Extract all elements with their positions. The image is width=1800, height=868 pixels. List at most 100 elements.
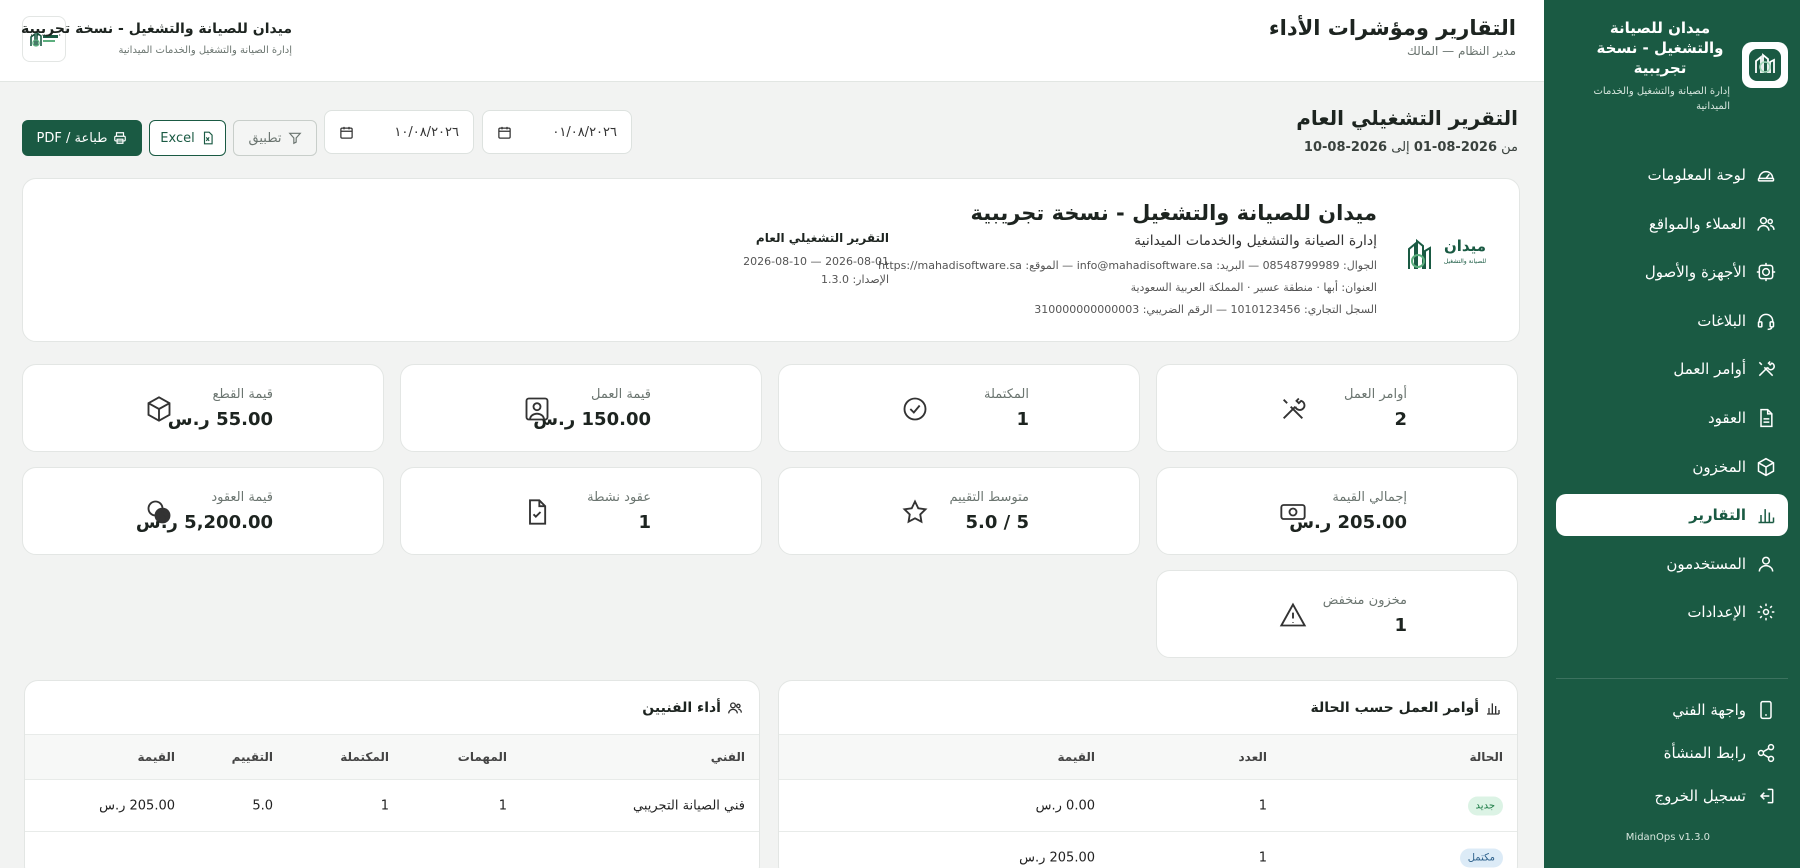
- table-header: الفني المهمات المكتملة التقييم القيمة: [25, 735, 759, 780]
- user-role: مدير النظام — المالك: [1406, 44, 1516, 58]
- col-completed: المكتملة: [340, 750, 389, 764]
- table-row: مكتمل 1 205.00 ر.س: [779, 832, 1517, 868]
- sidebar-item-label: واجهة الفني: [1672, 701, 1746, 719]
- users-icon: [728, 701, 742, 713]
- stat-contracts-value: $ قيمة العقود 5,200.00 ر.س: [22, 467, 384, 555]
- sidebar-item-tickets[interactable]: البلاغات: [1556, 300, 1788, 342]
- sidebar-item-users[interactable]: المستخدمون: [1556, 543, 1788, 585]
- sidebar-divider: [1556, 678, 1788, 679]
- sidebar-item-label: التقارير: [1689, 506, 1746, 525]
- sidebar-item-label: المخزون: [1692, 457, 1746, 476]
- stat-total-value: إجمالي القيمة 205.00 ر.س: [1156, 467, 1518, 555]
- panel-title: أوامر العمل حسب الحالة: [1310, 699, 1479, 716]
- stat-label: قيمة العمل: [591, 387, 651, 402]
- calendar-icon: [498, 126, 511, 139]
- sidebar-item-clients[interactable]: العملاء والمواقع: [1556, 203, 1788, 245]
- stat-value: 205.00 ر.س: [1289, 512, 1407, 533]
- sidebar-item-inventory[interactable]: المخزون: [1556, 446, 1788, 488]
- sidebar-bottom-nav: واجهة الفني رابط المنشأة تسجيل الخروج: [1556, 690, 1788, 819]
- org-card-name: ميدان للصيانة والتشغيل - نسخة تجريبية: [970, 201, 1377, 225]
- file-check-icon: [529, 499, 547, 525]
- cell-rating: 5.0: [252, 798, 273, 813]
- main-content: التقرير التشغيلي العام من 2026-08-01 إلى…: [0, 82, 1544, 868]
- range-from: 2026-08-01: [1413, 140, 1497, 155]
- device-icon: [1756, 263, 1776, 282]
- apply-label: تطبيق: [248, 130, 282, 146]
- sidebar-item-label: أوامر العمل: [1673, 360, 1746, 379]
- org-subtitle: إدارة الصيانة والتشغيل والخدمات الميداني…: [118, 45, 293, 56]
- export-excel-button[interactable]: Excel: [149, 120, 226, 156]
- report-meta-title: التقرير التشغيلي العام: [755, 231, 889, 245]
- sidebar-item-logout[interactable]: تسجيل الخروج: [1556, 776, 1788, 816]
- app-version: MidanOps v1.3.0: [1625, 832, 1710, 843]
- date-from-input[interactable]: ٠١/٠٨/٢٠٢٦: [482, 110, 632, 154]
- stat-label: إجمالي القيمة: [1332, 490, 1407, 505]
- brand-subtitle: إدارة الصيانة والتشغيل والخدمات الميداني…: [1593, 86, 1730, 112]
- sidebar-brand[interactable]: ميدان للصيانة والتشغيل - نسخة تجريبية إد…: [1556, 14, 1788, 124]
- user-icon: [1758, 556, 1774, 572]
- filter-icon: [287, 132, 302, 145]
- chart-icon: [1758, 509, 1775, 524]
- sidebar-item-contracts[interactable]: العقود: [1556, 397, 1788, 439]
- sidebar-item-reports[interactable]: التقارير: [1556, 494, 1788, 537]
- sidebar: ميدان للصيانة والتشغيل - نسخة تجريبية إد…: [1544, 0, 1800, 868]
- stat-label: قيمة القطع: [212, 387, 274, 402]
- sidebar-item-assets[interactable]: الأجهزة والأصول: [1556, 251, 1788, 293]
- stat-active-contracts: عقود نشطة 1: [400, 467, 762, 555]
- stat-parts-value: قيمة القطع 55.00 ر.س: [22, 364, 384, 452]
- cell-value: 0.00 ر.س: [1035, 798, 1095, 813]
- cell-count: 1: [1258, 798, 1267, 813]
- table-row: جديد 1 0.00 ر.س: [779, 780, 1517, 832]
- tools-icon: [1283, 397, 1306, 419]
- cell-technician: فني الصيانة التجريبي: [633, 798, 745, 813]
- cell-completed: 1: [380, 798, 389, 813]
- sidebar-nav: لوحة المعلومات العملاء والمواقع الأجهزة …: [1556, 154, 1788, 640]
- date-to-input[interactable]: ١٠/٠٨/٢٠٢٦: [324, 110, 474, 154]
- excel-label: Excel: [160, 130, 195, 146]
- brand-title: ميدان للصيانة والتشغيل - نسخة تجريبية: [1596, 19, 1724, 77]
- star-icon: [902, 499, 928, 524]
- work-orders-by-status-panel: أوامر العمل حسب الحالة الحالة العدد القي…: [778, 680, 1518, 868]
- printer-icon: [114, 132, 127, 144]
- org-contact-line: الجوال: 08548799989 — البريد: info@mahad…: [878, 259, 1377, 272]
- report-toolbar: ٠١/٠٨/٢٠٢٦ ١٠/٠٨/٢٠٢٦ تطبيق Excel طباعة …: [22, 110, 662, 156]
- cell-value: 205.00 ر.س: [99, 798, 175, 813]
- org-registry-line: السجل التجاري: 1010123456 — الرقم الضريب…: [1034, 303, 1377, 316]
- col-count: العدد: [1238, 750, 1267, 764]
- sidebar-item-settings[interactable]: الإعدادات: [1556, 591, 1788, 633]
- org-info-card: ميدان للصيانة والتشغيل ميدان للصيانة وال…: [22, 178, 1520, 342]
- stat-label: مخزون منخفض: [1322, 593, 1407, 608]
- panel-header: أوامر العمل حسب الحالة: [779, 681, 1517, 735]
- sidebar-item-label: تسجيل الخروج: [1654, 787, 1746, 805]
- tools-icon: [1758, 361, 1775, 377]
- document-icon: [1760, 408, 1773, 428]
- status-badge: جديد: [1467, 796, 1503, 815]
- print-pdf-button[interactable]: طباعة / PDF: [22, 120, 142, 156]
- brand-logo-icon: [1742, 42, 1788, 88]
- cell-count: 1: [1258, 850, 1267, 865]
- col-technician: الفني: [710, 750, 745, 764]
- range-to: 2026-08-10: [1303, 140, 1388, 155]
- share-icon: [1757, 743, 1775, 763]
- technician-performance-panel: أداء الفنيين الفني المهمات المكتملة التق…: [24, 680, 760, 868]
- sidebar-item-dashboard[interactable]: لوحة المعلومات: [1556, 154, 1788, 196]
- stat-label: قيمة العقود: [211, 490, 273, 505]
- svg-text:ميدان: ميدان: [1444, 237, 1486, 255]
- date-from-value: ٠١/٠٨/٢٠٢٦: [552, 124, 617, 140]
- stat-label: عقود نشطة: [587, 490, 651, 505]
- apply-filter-button[interactable]: تطبيق: [233, 120, 317, 156]
- org-card-subtitle: إدارة الصيانة والتشغيل والخدمات الميداني…: [1134, 233, 1377, 249]
- sidebar-item-facility-link[interactable]: رابط المنشأة: [1556, 733, 1788, 773]
- svg-text:للصيانة والتشغيل: للصيانة والتشغيل: [1444, 258, 1486, 265]
- stat-value: 1: [1394, 615, 1407, 636]
- logout-icon: [1759, 788, 1774, 804]
- org-switcher[interactable]: ميدان للصيانة والتشغيل - نسخة تجريبية إد…: [21, 16, 352, 64]
- sidebar-item-label: البلاغات: [1697, 311, 1746, 330]
- sidebar-item-work-orders[interactable]: أوامر العمل: [1556, 348, 1788, 390]
- stat-value: 1: [1016, 409, 1029, 430]
- report-meta: التقرير التشغيلي العام 2026-08-01 — 2026…: [743, 231, 889, 289]
- sidebar-item-label: العملاء والمواقع: [1648, 214, 1746, 233]
- sidebar-item-label: الإعدادات: [1687, 603, 1746, 622]
- sidebar-item-technician-view[interactable]: واجهة الفني: [1556, 690, 1788, 730]
- warning-icon: [1279, 602, 1307, 627]
